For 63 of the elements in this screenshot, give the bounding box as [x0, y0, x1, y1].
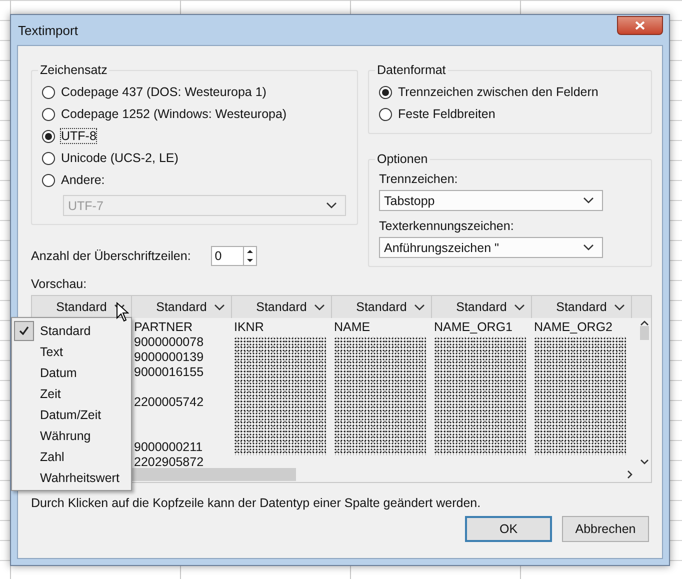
radio-button[interactable]: Trennzeichen zwischen den Feldern — [379, 81, 598, 103]
table-cell-text: NAME_ORG1 — [434, 320, 514, 335]
table-cell-text: 9000000211 — [134, 439, 204, 455]
table-cell-text: 9000000078 — [134, 335, 205, 350]
chevron-down-icon — [583, 197, 594, 204]
close-icon — [635, 21, 645, 30]
group-title: Datenformat — [376, 63, 447, 77]
field-label: Trennzeichen: — [379, 172, 459, 186]
menu-item[interactable]: Zahl — [14, 446, 129, 467]
menu-item[interactable]: Datum — [14, 362, 129, 383]
table-cell-text: 2202905872 — [134, 455, 205, 467]
menu-item[interactable]: Zeit — [14, 383, 129, 404]
table-cell-text: 2200005742 — [134, 394, 205, 411]
chevron-down-icon — [614, 304, 625, 310]
table-cell-text: NAME — [334, 320, 372, 335]
column-type-header[interactable]: Standard — [32, 296, 132, 318]
chevron-right-icon — [627, 470, 633, 479]
column-type-header[interactable]: Standard — [332, 296, 432, 318]
delimiter-dropdown[interactable]: Tabstopp — [379, 190, 603, 211]
window-title: Textimport — [18, 22, 78, 38]
column-type-header[interactable]: Standard — [132, 296, 232, 318]
menu-item[interactable]: Wahrheitswert — [14, 467, 129, 488]
table-cell-text: IKNR — [234, 320, 265, 335]
close-button[interactable] — [617, 16, 663, 35]
radio-button[interactable]: Unicode (UCS-2, LE) — [42, 147, 178, 169]
field-label: Anzahl der Überschriftzeilen: — [31, 249, 191, 263]
table-cell-text: 9000000139 — [134, 350, 205, 365]
text-qualifier-dropdown[interactable]: Anführungszeichen " — [379, 237, 603, 258]
chevron-down-icon — [314, 304, 325, 310]
radio-button[interactable]: Codepage 1252 (Windows: Westeuropa) — [42, 103, 287, 125]
cancel-button[interactable]: Abbrechen — [562, 516, 649, 542]
chevron-down-icon — [640, 459, 649, 465]
field-label: Texterkennungszeichen: — [379, 219, 515, 233]
table-cell-text: NAME_ORG2 — [534, 320, 614, 335]
checkmark-icon — [19, 326, 29, 335]
chevron-down-icon — [514, 304, 525, 310]
chevron-down-icon — [326, 202, 337, 209]
hint-text: Durch Klicken auf die Kopfzeile kann der Datentyp einer Spalte geändert werden. — [31, 496, 482, 510]
column-type-header[interactable]: Standard — [532, 296, 632, 318]
preview-label: Vorschau: — [31, 277, 88, 291]
menu-item[interactable]: Datum/Zeit — [14, 404, 129, 425]
menu-item[interactable]: Währung — [14, 425, 129, 446]
column-header[interactable] — [632, 296, 651, 318]
group-title: Zeichensatz — [39, 63, 108, 77]
menu-item[interactable]: Text — [14, 341, 129, 362]
menu-item[interactable]: Standard — [14, 320, 129, 341]
chevron-down-icon — [583, 244, 594, 251]
column-type-header[interactable]: Standard — [232, 296, 332, 318]
table-cell-text: PARTNER — [134, 320, 194, 335]
chevron-up-icon — [640, 320, 649, 326]
ok-button[interactable]: OK — [465, 516, 552, 542]
header-rows-spinner[interactable]: 0 — [210, 246, 257, 266]
table-cell-text: 9000016155 — [134, 365, 205, 380]
mouse-cursor-icon — [116, 302, 129, 322]
radio-button[interactable]: UTF-8 — [42, 125, 96, 147]
chevron-down-icon — [214, 304, 225, 310]
scroll-thumb[interactable] — [640, 326, 649, 340]
group-title: Optionen — [376, 152, 429, 166]
radio-button[interactable]: Feste Feldbreiten — [379, 103, 496, 125]
column-type-header[interactable]: Standard — [432, 296, 532, 318]
radio-button[interactable]: Codepage 437 (DOS: Westeuropa 1) — [42, 81, 266, 103]
chevron-down-icon — [414, 304, 425, 310]
radio-button[interactable]: Andere: — [42, 169, 105, 191]
